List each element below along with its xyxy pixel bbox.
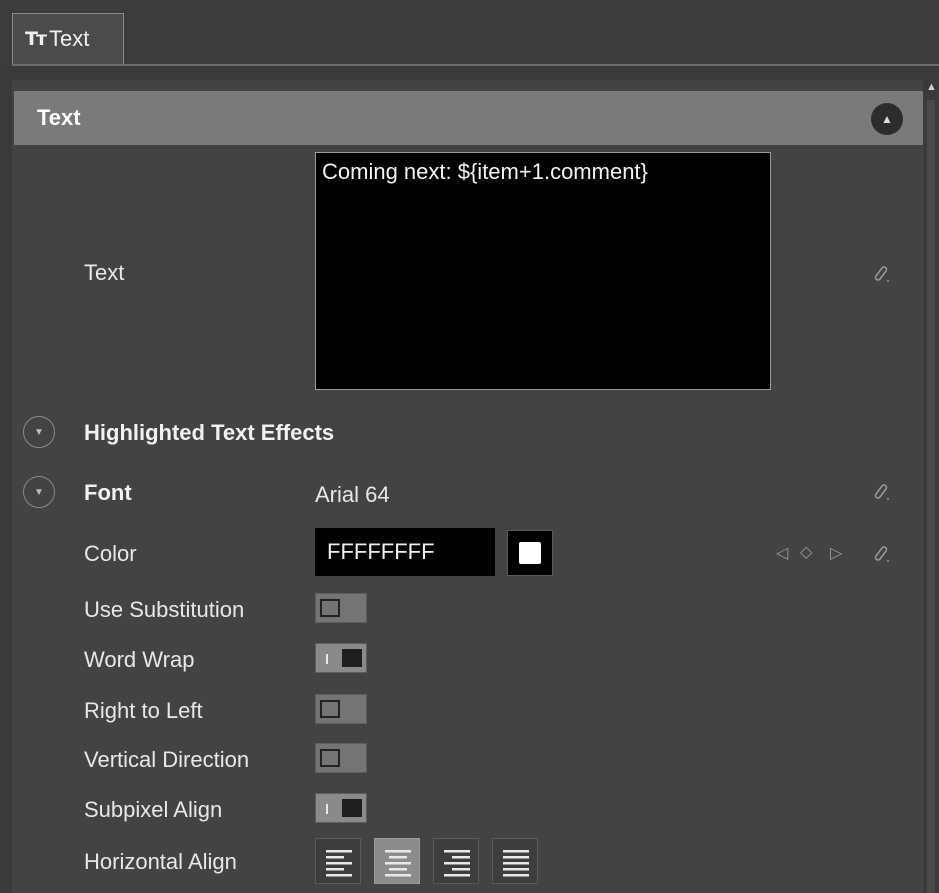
toggle-knob — [342, 649, 362, 667]
word-wrap-label: Word Wrap — [84, 647, 195, 672]
font-expand-icon[interactable]: ▼ — [23, 476, 55, 508]
previous-keyframe-icon[interactable]: ◁ — [776, 543, 788, 563]
align-justify-icon[interactable] — [492, 838, 538, 884]
use-substitution-toggle[interactable] — [315, 593, 367, 623]
highlighted-text-effects-label: Highlighted Text Effects — [84, 420, 335, 445]
vertical-direction-toggle[interactable] — [315, 743, 367, 773]
use-substitution-label: Use Substitution — [84, 597, 245, 622]
tab-divider — [12, 64, 939, 66]
toggle-knob — [342, 799, 362, 817]
font-value[interactable]: Arial 64 — [315, 482, 390, 508]
text-input[interactable]: Coming next: ${item+1.comment} — [315, 152, 771, 390]
text-label: Text — [84, 260, 125, 285]
align-left-icon[interactable] — [315, 838, 361, 884]
right-to-left-toggle[interactable] — [315, 694, 367, 724]
toggle-knob — [320, 700, 340, 718]
section-header-text[interactable]: Text — [14, 91, 923, 145]
toggle-knob — [320, 599, 340, 617]
chevron-up-icon[interactable]: ▲ — [871, 103, 903, 135]
link-icon[interactable] — [870, 262, 892, 284]
section-title: Text — [37, 105, 81, 130]
text-icon: Tт — [25, 28, 47, 50]
chevron-down-icon[interactable]: ▼ — [23, 416, 55, 448]
scrollbar[interactable] — [927, 100, 935, 893]
next-keyframe-icon[interactable]: ▷ — [830, 543, 842, 563]
tab-bar: Tт Text — [0, 0, 939, 66]
subpixel-align-label: Subpixel Align — [84, 797, 223, 822]
vertical-direction-label: Vertical Direction — [84, 747, 250, 772]
link-icon[interactable] — [870, 480, 892, 502]
tab-text[interactable]: Tт Text — [12, 13, 124, 64]
word-wrap-toggle[interactable] — [315, 643, 367, 673]
tab-label: Text — [48, 26, 90, 51]
right-to-left-label: Right to Left — [84, 698, 203, 723]
align-right-icon[interactable] — [433, 838, 479, 884]
font-label: Font — [84, 480, 132, 505]
toggle-bar — [326, 654, 328, 664]
link-icon[interactable] — [870, 542, 892, 564]
align-center-icon[interactable] — [374, 838, 420, 884]
toggle-knob — [320, 749, 340, 767]
color-hex-input[interactable]: FFFFFFFF — [315, 528, 495, 576]
scroll-up-icon[interactable]: ▲ — [926, 82, 937, 93]
color-label: Color — [84, 541, 137, 566]
horizontal-align-label: Horizontal Align — [84, 849, 237, 874]
color-swatch[interactable] — [507, 530, 553, 576]
toggle-bar — [326, 804, 328, 814]
keyframe-diamond-icon[interactable]: ◇ — [800, 542, 812, 562]
color-swatch-fill — [519, 542, 541, 564]
subpixel-align-toggle[interactable] — [315, 793, 367, 823]
